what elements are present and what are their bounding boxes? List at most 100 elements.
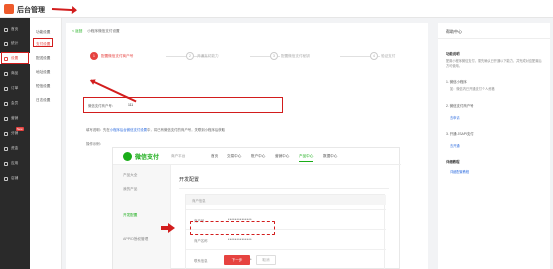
chart-icon — [4, 41, 8, 46]
merchant-id-value[interactable]: 111 — [128, 103, 133, 107]
step-number: 3 — [270, 52, 278, 60]
list-icon — [4, 86, 8, 91]
next-button[interactable]: 下一步 — [224, 255, 250, 265]
help-section-title: 详细教程 — [446, 160, 460, 164]
share-icon — [4, 131, 8, 136]
new-badge: New — [16, 127, 24, 131]
sidebar-item-label: 会员 — [11, 101, 19, 105]
tip-prefix: 填写说明：先在 — [86, 128, 110, 132]
step-4: 4 验证支付 — [370, 51, 395, 61]
annotation-box-settings — [1, 52, 29, 64]
submenu-item-function[interactable]: 功能设置 — [34, 28, 60, 36]
sidebar-item-label: 订单 — [11, 86, 19, 90]
wechat-nav-item: 数据中心 — [323, 154, 338, 158]
sidebar-item-label: 分销 — [11, 131, 19, 135]
wechat-brand: 微信支付 — [135, 155, 160, 161]
wechat-nav-item: 首页 — [211, 154, 219, 158]
home-icon — [4, 27, 8, 32]
help-section-title: 功能说明 — [446, 52, 460, 56]
step-indicator: 1 配置微信支付商户号 2 开通支付能力 3 配置微信支付秘钥 4 验证支付 — [90, 51, 420, 61]
help-item: 3. 开通 JSAPI支付 — [446, 132, 474, 136]
tip-link[interactable]: 小程序后台微信支付设置 — [110, 128, 147, 132]
submenu-item-delivery[interactable]: 配送设置 — [34, 54, 60, 62]
annotation-dashed-box — [190, 221, 275, 235]
sidebar-item-orders[interactable]: 订单 — [0, 83, 30, 94]
sidebar-item-apps[interactable]: 应用 — [0, 158, 30, 169]
apply-link[interactable]: 去申请 — [450, 115, 460, 120]
wechat-header: 微信支付 商户平台 首页 交易中心 账户中心 营销中心 产品中心 数据中心 — [113, 148, 401, 165]
wechat-nav-item: 营销中心 — [275, 154, 290, 158]
sidebar-item-marketing[interactable]: 营销 — [0, 113, 30, 124]
main-panel: < 返回 小程序微信支付设置 1 配置微信支付商户号 2 开通支付能力 3 配置微信支… — [66, 23, 428, 269]
sidebar-item-label: 资金 — [11, 146, 19, 150]
sidebar-item-finance[interactable]: 资金 — [0, 143, 30, 154]
row-value: ************** — [228, 238, 252, 242]
sidebar-item-label: 营销 — [11, 116, 19, 120]
annotation-arrow-right — [161, 223, 175, 233]
wechat-side-item-active: 开发配置 — [123, 213, 138, 217]
activate-link[interactable]: 去开通 — [450, 143, 460, 148]
help-panel: 帮助中心 功能说明 配置小程序微信支付，需先确认已开通以下能力，并完成对应配置后… — [438, 23, 550, 269]
divider — [179, 188, 389, 189]
sidebar-item-home[interactable]: 首页 — [0, 24, 30, 35]
sidebar-item-stats[interactable]: 统计 — [0, 38, 30, 49]
step-2: 2 开通支付能力 — [186, 51, 219, 61]
sidebar-item-store[interactable]: 店铺 — [0, 173, 30, 184]
sidebar-item-distribution[interactable]: 分销 New — [0, 127, 30, 139]
cancel-button[interactable]: 取消 — [256, 255, 276, 265]
grid-icon — [4, 161, 8, 166]
tutorial-link[interactable]: 详细配置教程 — [450, 169, 469, 174]
sidebar-item-label: 应用 — [11, 161, 19, 165]
wechat-side-item: 产品大全 — [123, 173, 138, 177]
box-icon — [4, 71, 8, 76]
breadcrumb-title: 小程序微信支付设置 — [87, 29, 120, 33]
step-label: 配置微信支付秘钥 — [281, 53, 310, 58]
sidebar-item-goods[interactable]: 商品 — [0, 68, 30, 79]
sidebar-item-label: 商品 — [11, 71, 19, 75]
merchant-id-field[interactable]: 微信支付商户号： 111 — [83, 97, 283, 113]
step-3: 3 配置微信支付秘钥 — [270, 51, 310, 61]
submenu-item-log[interactable]: 日志设置 — [34, 96, 60, 104]
wechat-pay-logo-icon — [123, 152, 132, 161]
step-number: 1 — [90, 52, 98, 60]
step-label: 开通支付能力 — [197, 53, 219, 58]
step-label: 配置微信支付商户号 — [101, 53, 134, 58]
sidebar-item-label: 店铺 — [11, 176, 19, 180]
tag-icon — [4, 116, 8, 121]
tip-suffix: 中，将已有微信支付的商户号，关联到小程序后获取 — [147, 128, 226, 132]
step-number: 4 — [370, 52, 378, 60]
settings-submenu: 功能设置 支付设置 配送设置 地址设置 短信设置 日志设置 — [30, 18, 62, 269]
sidebar-item-label: 首页 — [11, 27, 19, 31]
step-label: 验证支付 — [381, 53, 396, 58]
merchant-id-label: 微信支付商户号： — [88, 104, 116, 108]
step-number: 2 — [186, 52, 194, 60]
wechat-nav-item: 交易中心 — [227, 154, 242, 158]
sidebar-item-members[interactable]: 会员 — [0, 98, 30, 109]
sidebar-item-label: 统计 — [11, 41, 19, 45]
row-key: 联系信息 — [194, 259, 208, 263]
divider — [438, 38, 550, 39]
help-title: 帮助中心 — [446, 29, 462, 34]
wechat-nav-item-active: 产品中心 — [299, 154, 314, 162]
top-bar: 后台管理 — [0, 0, 553, 18]
help-item: 1. 微信小程序 — [446, 80, 467, 84]
example-label: 操作示例： — [86, 142, 103, 146]
user-icon — [4, 101, 8, 106]
wechat-nav-item: 账户中心 — [251, 154, 266, 158]
annotation-arrow — [51, 8, 77, 12]
wechat-side-item: APPID授权管理 — [123, 237, 149, 241]
table-row: 联系信息************** — [186, 249, 386, 269]
help-description: 配置小程序微信支付，需先确认已开通以下能力，并完成对应配置后方可使用。 — [446, 59, 542, 68]
wallet-icon — [4, 146, 8, 151]
submenu-item-sms[interactable]: 短信设置 — [34, 82, 60, 90]
help-tip: 填写说明：先在小程序后台微信支付设置中，将已有微信支付的商户号，关联到小程序后获… — [86, 127, 225, 132]
back-link[interactable]: < 返回 — [72, 29, 82, 33]
logo-icon — [4, 4, 14, 14]
wechat-pay-screenshot: 微信支付 商户平台 首页 交易中心 账户中心 营销中心 产品中心 数据中心 产品… — [112, 147, 401, 269]
table-header: 商户信息 — [186, 195, 386, 205]
wechat-sidebar: 产品大全 我的产品 开发配置 APPID授权管理 — [113, 165, 171, 269]
annotation-box-payment — [33, 38, 53, 47]
wechat-side-item: 我的产品 — [123, 187, 138, 191]
submenu-item-address[interactable]: 地址设置 — [34, 68, 60, 76]
step-1: 1 配置微信支付商户号 — [90, 51, 133, 61]
